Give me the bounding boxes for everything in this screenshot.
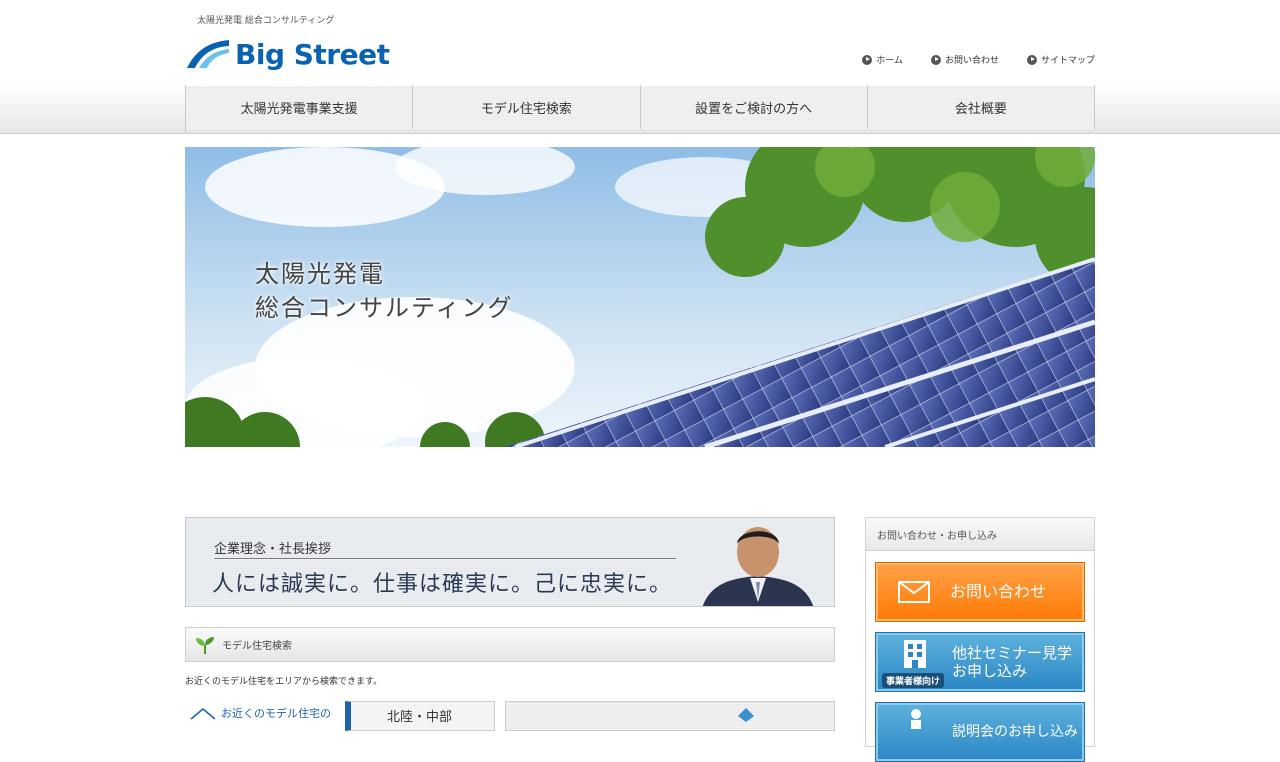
arrow-bullet-icon	[862, 54, 873, 65]
banner-subtitle: 企業理念・社長挨拶	[214, 542, 332, 557]
logo-text: Big Street	[235, 37, 390, 71]
area-tab-hokuriku[interactable]: 北陸・中部	[345, 701, 495, 731]
seminar-label-line2: お申し込み	[952, 662, 1028, 680]
utility-link-label: お問い合わせ	[944, 56, 999, 66]
briefing-button-label: 説明会のお申し込み	[952, 724, 1078, 740]
page-wrapper: 太陽光発電 総合コンサルティング Big Street ホーム お問い合わせ サ…	[185, 0, 1095, 762]
contact-button-label: お問い合わせ	[950, 582, 1047, 601]
area-tab-label: 北陸・中部	[387, 710, 453, 725]
hero-image: 太陽光発電 総合コンサルティング	[185, 147, 1095, 447]
nav-item-model-house[interactable]: モデル住宅検索	[413, 85, 641, 129]
global-nav: 太陽光発電事業支援 モデル住宅検索 設置をご検討の方へ 会社概要	[185, 85, 1095, 133]
model-house-section-header: モデル住宅検索	[185, 627, 835, 662]
nav-item-solar-business[interactable]: 太陽光発電事業支援	[186, 85, 414, 129]
model-house-search-banner[interactable]: お近くのモデル住宅の	[185, 701, 335, 731]
section-title: モデル住宅検索	[222, 641, 292, 652]
utility-link-contact[interactable]: お問い合わせ	[930, 53, 999, 66]
sprout-icon	[196, 636, 214, 654]
hero-copy: 太陽光発電 総合コンサルティング	[255, 257, 514, 325]
utility-link-label: サイトマップ	[1040, 56, 1095, 66]
envelope-icon	[898, 581, 930, 603]
logo-swoosh-icon	[187, 40, 229, 68]
seminar-apply-button[interactable]: 事業者様向け 他社セミナー見学 お申し込み	[875, 632, 1085, 692]
person-icon	[911, 709, 921, 729]
seminar-label-line1: 他社セミナー見学	[952, 644, 1073, 662]
site-logo[interactable]: Big Street	[185, 36, 390, 72]
president-photo	[702, 527, 814, 606]
thumb-label: お近くのモデル住宅の	[221, 707, 331, 720]
utility-nav: ホーム お問い合わせ サイトマップ	[862, 53, 1095, 66]
contact-button[interactable]: お問い合わせ	[875, 562, 1085, 622]
building-icon	[904, 640, 926, 668]
philosophy-banner[interactable]: 企業理念・社長挨拶 人には誠実に。仕事は確実に。己に忠実に。	[185, 517, 835, 607]
site-tagline: 太陽光発電 総合コンサルティング	[197, 16, 335, 26]
nav-item-company[interactable]: 会社概要	[867, 85, 1095, 129]
arrow-bullet-icon	[1026, 54, 1037, 65]
hero-copy-line1: 太陽光発電	[255, 260, 385, 288]
section-description: お近くのモデル住宅をエリアから検索できます。	[185, 677, 383, 687]
briefing-apply-button[interactable]: 説明会のお申し込み	[875, 702, 1085, 762]
house-outline-icon	[190, 708, 216, 720]
model-house-thumbs: お近くのモデル住宅の 北陸・中部	[185, 701, 835, 731]
banner-divider	[214, 558, 676, 559]
utility-link-label: ホーム	[876, 56, 903, 66]
hero-copy-line2: 総合コンサルティング	[255, 294, 514, 322]
area-map-panel[interactable]	[505, 701, 835, 731]
seminar-button-text: 他社セミナー見学 お申し込み	[952, 644, 1072, 680]
arrow-bullet-icon	[930, 54, 941, 65]
utility-link-sitemap[interactable]: サイトマップ	[1026, 53, 1095, 66]
utility-link-home[interactable]: ホーム	[862, 53, 903, 66]
banner-message: 人には誠実に。仕事は確実に。己に忠実に。	[212, 572, 673, 597]
nav-item-installation[interactable]: 設置をご検討の方へ	[640, 85, 868, 129]
business-badge: 事業者様向け	[882, 673, 945, 688]
sidebar-title: お問い合わせ・お申し込み	[866, 518, 1094, 551]
main-column: 企業理念・社長挨拶 人には誠実に。仕事は確実に。己に忠実に。 モデル住宅検索 お…	[185, 517, 835, 731]
sidebar-contact: お問い合わせ・お申し込み お問い合わせ 事業者様向け 他社セミナー見学 お申し込…	[865, 517, 1095, 762]
